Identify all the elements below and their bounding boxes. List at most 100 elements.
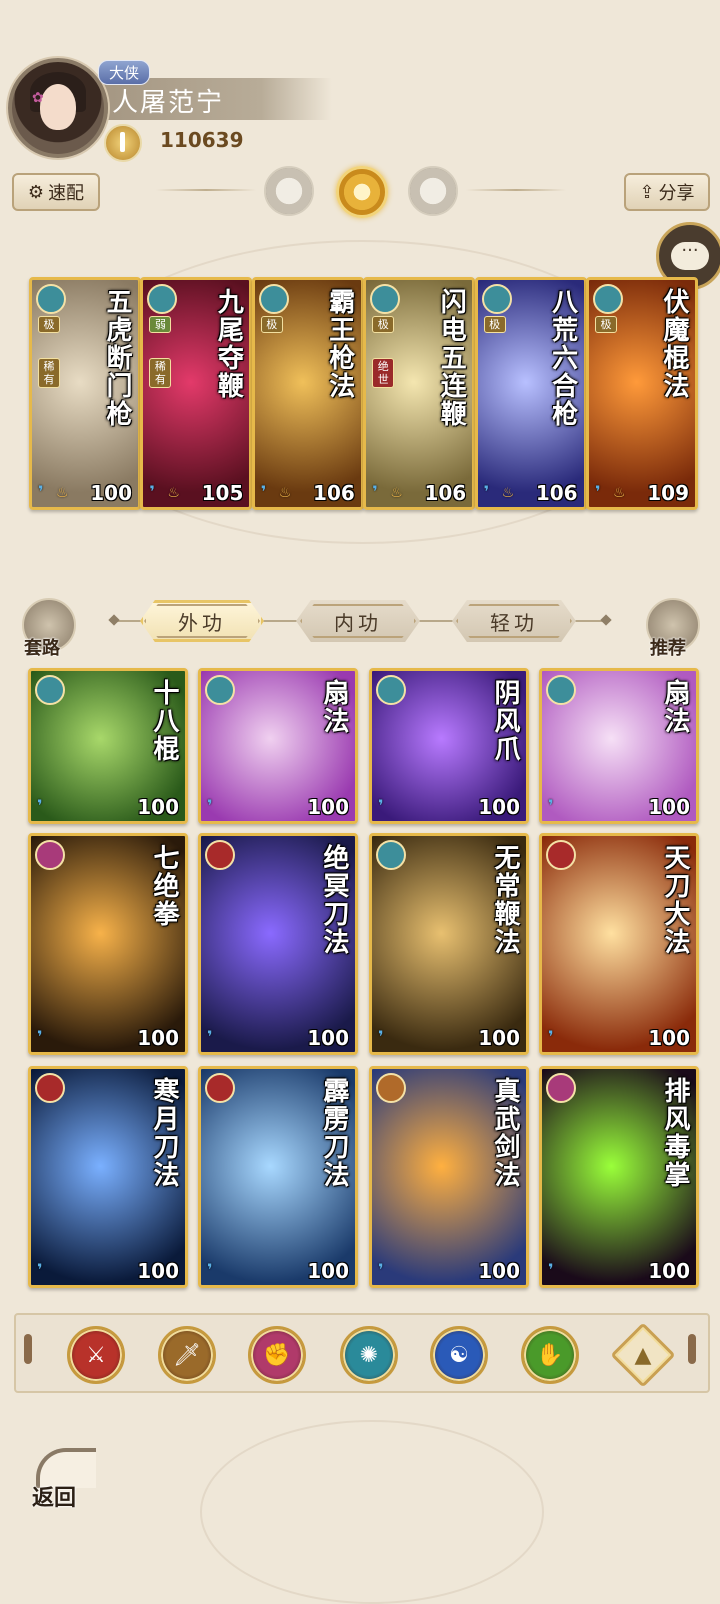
water-drop-icon: ❜ bbox=[207, 1260, 213, 1279]
quick-config-label: 速配 bbox=[48, 183, 85, 204]
water-drop-icon: ❜ bbox=[378, 1027, 384, 1046]
blade-element-glyph: 🗡 bbox=[173, 1342, 201, 1368]
equipped-card[interactable]: 弱稀有 九尾夺鞭 ❜ ♨ 105 bbox=[140, 277, 253, 510]
skills-card[interactable]: 无常鞭法 ❜ 100 bbox=[369, 833, 529, 1055]
element-icon bbox=[370, 284, 401, 314]
back-button[interactable]: 返回 bbox=[30, 1442, 100, 1512]
skill-title: 霸王枪法 bbox=[324, 288, 355, 400]
power-icon bbox=[104, 124, 142, 162]
tab-dot bbox=[600, 614, 612, 626]
water-drop-icon: ❜ bbox=[483, 482, 490, 501]
skill-level: 100 bbox=[307, 1026, 349, 1050]
skill-title: 扇法 bbox=[660, 679, 690, 735]
water-drop-icon: ❜ bbox=[260, 482, 267, 501]
element-icon bbox=[376, 840, 406, 870]
skills-card[interactable]: 扇法 ❜ 100 bbox=[198, 668, 358, 824]
water-drop-icon: ❜ bbox=[548, 1027, 554, 1046]
skill-title: 扇法 bbox=[319, 679, 349, 735]
skill-level: 106 bbox=[535, 481, 578, 505]
water-drop-icon: ❜ bbox=[595, 482, 601, 501]
water-drop-icon: ❜ bbox=[378, 796, 384, 815]
skills-card[interactable]: 排风毒掌 ❜ 100 bbox=[539, 1066, 699, 1288]
element-icon bbox=[546, 840, 576, 870]
tab-lightness[interactable]: 轻功 bbox=[452, 600, 576, 642]
sword-element-icon[interactable]: ⚔ bbox=[67, 1326, 125, 1384]
skill-title: 十八棍 bbox=[149, 679, 179, 763]
quick-config-button[interactable]: ⚙ 速配 bbox=[12, 173, 100, 211]
combat-power: 110639 bbox=[160, 128, 244, 152]
water-drop-icon: ❜ bbox=[378, 1260, 384, 1279]
equipped-card[interactable]: 极 霸王枪法 ❜ ♨ 106 bbox=[251, 277, 364, 510]
rarity-badge: 极 bbox=[483, 316, 506, 333]
equipped-card[interactable]: 极稀有 五虎断门枪 ❜ ♨ 100 bbox=[29, 277, 141, 510]
bar-knob-left bbox=[24, 1334, 32, 1364]
skills-card[interactable]: 扇法 ❜ 100 bbox=[539, 668, 699, 824]
tab-internal[interactable]: 内功 bbox=[296, 600, 420, 642]
skill-title: 八荒六合枪 bbox=[547, 288, 578, 428]
skills-card[interactable]: 霹雳刀法 ❜ 100 bbox=[198, 1066, 358, 1288]
flame-icon: ♨ bbox=[501, 485, 515, 501]
crescent-orb-icon[interactable] bbox=[408, 166, 458, 216]
divider-right bbox=[466, 189, 566, 191]
water-drop-icon: ❜ bbox=[207, 796, 213, 815]
skills-card[interactable]: 天刀大法 ❜ 100 bbox=[539, 833, 699, 1055]
water-drop-icon: ❜ bbox=[37, 1027, 43, 1046]
skill-level: 105 bbox=[201, 481, 244, 505]
flame-icon: ♨ bbox=[278, 485, 292, 501]
skill-title: 五虎断门枪 bbox=[102, 288, 132, 428]
skill-title: 九尾夺鞭 bbox=[213, 288, 244, 400]
share-button[interactable]: ⇪ 分享 bbox=[624, 173, 710, 211]
skill-level: 106 bbox=[424, 481, 467, 505]
equipped-card[interactable]: 极绝世 闪电五连鞭 ❜ ♨ 106 bbox=[363, 277, 476, 510]
skill-level: 100 bbox=[478, 1026, 520, 1050]
fist-element-icon[interactable]: ✊ bbox=[248, 1326, 306, 1384]
flower-icon: ✿ bbox=[32, 90, 44, 106]
taiji-element-icon[interactable]: ☯ bbox=[430, 1326, 488, 1384]
skills-card[interactable]: 阴风爪 ❜ 100 bbox=[369, 668, 529, 824]
taiji-element-glyph: ☯ bbox=[449, 1342, 469, 1368]
skill-title: 阴风爪 bbox=[490, 679, 520, 763]
skills-card[interactable]: 十八棍 ❜ 100 bbox=[28, 668, 188, 824]
tab-external[interactable]: 外功 bbox=[140, 600, 264, 642]
rarity-badge: 稀有 bbox=[38, 358, 60, 388]
skill-title: 寒月刀法 bbox=[149, 1077, 179, 1189]
element-icon bbox=[546, 1073, 576, 1103]
rarity-badge: 稀有 bbox=[149, 358, 172, 388]
palm-element-icon[interactable]: ✋ bbox=[521, 1326, 579, 1384]
fan-element-icon[interactable]: ✺ bbox=[340, 1326, 398, 1384]
element-icon bbox=[546, 675, 576, 705]
element-icon bbox=[36, 284, 66, 314]
element-icon bbox=[593, 284, 623, 314]
skill-title: 闪电五连鞭 bbox=[436, 288, 467, 428]
skill-level: 100 bbox=[648, 795, 690, 819]
equipped-card[interactable]: 极 伏魔棍法 ❜ ♨ 109 bbox=[586, 277, 698, 510]
element-icon bbox=[258, 284, 289, 314]
blade-element-icon[interactable]: 🗡 bbox=[158, 1326, 216, 1384]
element-icon bbox=[35, 675, 65, 705]
skills-card[interactable]: 真武剑法 ❜ 100 bbox=[369, 1066, 529, 1288]
skill-level: 100 bbox=[648, 1259, 690, 1283]
element-icon bbox=[205, 675, 235, 705]
flame-icon: ♨ bbox=[390, 485, 403, 501]
moon-orb-icon[interactable] bbox=[264, 166, 314, 216]
water-drop-icon: ❜ bbox=[149, 482, 155, 501]
rarity-badge: 极 bbox=[260, 316, 283, 333]
palm-element-glyph: ✋ bbox=[536, 1342, 564, 1368]
skill-title: 天刀大法 bbox=[660, 844, 690, 956]
tab-dot bbox=[108, 614, 120, 626]
bar-knob-right bbox=[688, 1334, 696, 1364]
player-avatar[interactable]: ✿ bbox=[8, 58, 108, 158]
skill-level: 100 bbox=[90, 481, 132, 505]
skills-card[interactable]: 寒月刀法 ❜ 100 bbox=[28, 1066, 188, 1288]
skills-card[interactable]: 绝冥刀法 ❜ 100 bbox=[198, 833, 358, 1055]
skill-title: 无常鞭法 bbox=[490, 844, 520, 956]
element-icon bbox=[205, 840, 235, 870]
rarity-badge: 极 bbox=[595, 316, 617, 333]
skill-title: 绝冥刀法 bbox=[319, 844, 349, 956]
sun-orb-icon[interactable] bbox=[336, 166, 388, 218]
equipped-card[interactable]: 极 八荒六合枪 ❜ ♨ 106 bbox=[474, 277, 587, 510]
water-drop-icon: ❜ bbox=[372, 482, 378, 501]
skills-card[interactable]: 七绝拳 ❜ 100 bbox=[28, 833, 188, 1055]
rarity-badge: 弱 bbox=[149, 316, 172, 333]
recommend-label: 推荐 bbox=[650, 638, 686, 659]
